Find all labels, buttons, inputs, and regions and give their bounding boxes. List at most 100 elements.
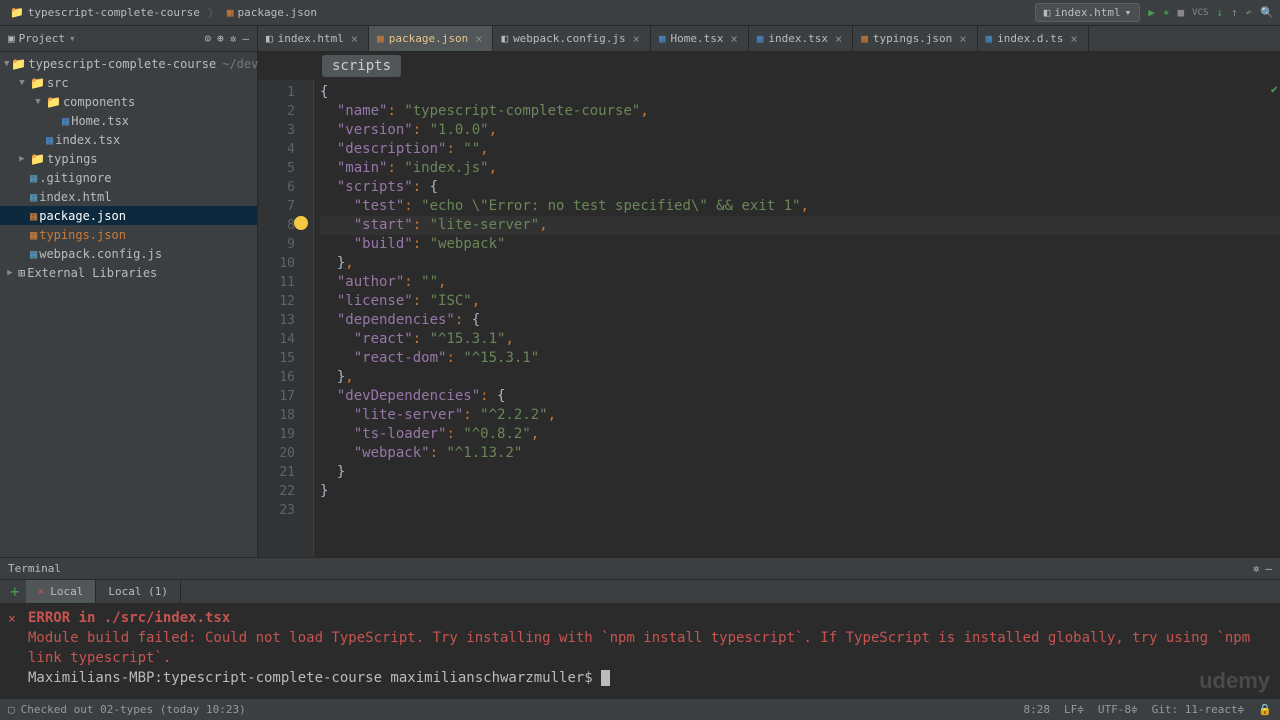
collapse-icon[interactable]: ⊙ <box>205 32 212 45</box>
tab-indexhtml[interactable]: ◧index.html× <box>258 26 369 51</box>
gear-icon[interactable]: ✲ <box>1253 562 1260 575</box>
lock-icon[interactable]: 🔒 <box>1258 703 1272 716</box>
json-file-icon: ▦ <box>227 6 234 19</box>
close-icon[interactable]: × <box>729 32 740 46</box>
close-icon[interactable]: × <box>833 32 844 46</box>
html-file-icon: ◧ <box>266 32 273 45</box>
locate-icon[interactable]: ⊕ <box>217 32 224 45</box>
tree-file-packagejson[interactable]: ▦ package.json <box>0 206 257 225</box>
tree-label: components <box>63 95 135 109</box>
chevron-down-icon: ▾ <box>1125 6 1132 19</box>
terminal-panel: Terminal ✲ — + × Local Local (1) × ERROR… <box>0 557 1280 698</box>
git-branch[interactable]: Git: 11-react≑ <box>1152 703 1245 716</box>
tsx-file-icon: ▦ <box>757 32 764 45</box>
json-file-icon: ▦ <box>861 32 868 45</box>
terminal-body[interactable]: × ERROR in ./src/index.tsx Module build … <box>0 604 1280 698</box>
add-terminal-button[interactable]: + <box>4 580 26 603</box>
hint-bulb-icon[interactable] <box>294 216 308 230</box>
debug-icon[interactable]: ✶ <box>1163 6 1170 19</box>
tree-label: Home.tsx <box>71 114 129 128</box>
json-file-icon: ▦ <box>30 228 37 242</box>
terminal-tabs: + × Local Local (1) <box>0 580 1280 604</box>
chevron-down-icon[interactable]: ▼ <box>16 78 28 88</box>
terminal-tab-local1[interactable]: Local (1) <box>96 580 181 603</box>
top-nav: 📁 typescript-complete-course 〉 ▦ package… <box>0 0 1280 26</box>
stop-icon[interactable]: ■ <box>1178 6 1185 19</box>
tree-external-libs[interactable]: ▶ ⊞ External Libraries <box>0 263 257 282</box>
run-config-dropdown[interactable]: ◧ index.html ▾ <box>1035 3 1140 22</box>
chevron-right-icon[interactable]: ▶ <box>16 154 28 164</box>
status-bar: ▢ Checked out 02-types (today 10:23) 8:2… <box>0 698 1280 720</box>
terminal-tab-label: Local (1) <box>108 585 168 598</box>
close-icon[interactable]: × <box>473 32 484 46</box>
breadcrumb-file-label: package.json <box>238 6 317 19</box>
tab-indexdts[interactable]: ▦index.d.ts× <box>978 26 1089 51</box>
tab-webpack[interactable]: ◧webpack.config.js× <box>493 26 650 51</box>
close-icon[interactable]: × <box>631 32 642 46</box>
tree-file-indexhtml[interactable]: ▦ index.html <box>0 187 257 206</box>
breadcrumb-project[interactable]: 📁 typescript-complete-course <box>6 4 204 21</box>
tab-label: index.d.ts <box>997 32 1063 45</box>
tab-home[interactable]: ▦Home.tsx× <box>651 26 749 51</box>
vcs-icon[interactable]: VCS <box>1192 8 1208 18</box>
folder-icon: 📁 <box>30 152 45 166</box>
tree-label: index.tsx <box>55 133 120 147</box>
terminal-tab-label: Local <box>50 585 83 598</box>
code-area[interactable]: 1234567891011121314151617181920212223 { … <box>258 80 1280 557</box>
chevron-down-icon[interactable]: ▼ <box>32 97 44 107</box>
tree-label: typings.json <box>39 228 126 242</box>
tsx-file-icon: ▦ <box>62 114 69 128</box>
editor-tabs: ◧index.html× ▦package.json× ◧webpack.con… <box>258 26 1280 52</box>
terminal-tab-local[interactable]: × Local <box>26 580 97 603</box>
run-icon[interactable]: ▶ <box>1148 6 1155 19</box>
close-icon[interactable]: × <box>1068 32 1079 46</box>
chevron-down-icon[interactable]: ▾ <box>69 32 76 45</box>
close-icon[interactable]: × <box>38 585 45 598</box>
search-icon[interactable]: 🔍 <box>1260 6 1274 19</box>
tree-file-typingsjson[interactable]: ▦ typings.json <box>0 225 257 244</box>
tree-file-home[interactable]: ▦ Home.tsx <box>0 111 257 130</box>
tree-folder-typings[interactable]: ▶ 📁 typings <box>0 149 257 168</box>
vcs-update-icon[interactable]: ↓ <box>1216 6 1223 19</box>
breadcrumb-file[interactable]: ▦ package.json <box>223 4 321 21</box>
json-file-icon: ▦ <box>377 32 384 45</box>
editor-pane: ◧index.html× ▦package.json× ◧webpack.con… <box>258 26 1280 557</box>
terminal-error-heading: ERROR in ./src/index.tsx <box>28 608 1272 628</box>
tree-file-webpack[interactable]: ▦ webpack.config.js <box>0 244 257 263</box>
terminal-error-detail: Module build failed: Could not load Type… <box>28 628 1272 668</box>
chevron-right-icon[interactable]: ▶ <box>4 268 16 278</box>
breadcrumb: 📁 typescript-complete-course 〉 ▦ package… <box>6 4 321 21</box>
sidebar-header: ▣ Project ▾ ⊙ ⊕ ✲ — <box>0 26 257 52</box>
project-tree: ▼ 📁 typescript-complete-course ~/devel ▼… <box>0 52 257 284</box>
close-icon[interactable]: × <box>957 32 968 46</box>
tree-file-indextsx[interactable]: ▦ index.tsx <box>0 130 257 149</box>
gear-icon[interactable]: ✲ <box>230 32 237 45</box>
hide-icon[interactable]: — <box>242 32 249 45</box>
error-x-icon[interactable]: × <box>8 610 16 630</box>
tree-folder-components[interactable]: ▼ 📁 components <box>0 92 257 111</box>
terminal-title: Terminal <box>8 562 61 575</box>
chevron-down-icon[interactable]: ▼ <box>4 59 9 69</box>
inspection-ok-icon[interactable]: ✔ <box>1271 82 1278 96</box>
code-content[interactable]: { "name": "typescript-complete-course", … <box>314 80 1280 557</box>
tab-packagejson[interactable]: ▦package.json× <box>369 26 493 51</box>
vcs-commit-icon[interactable]: ↑ <box>1231 6 1238 19</box>
cursor-position[interactable]: 8:28 <box>1023 703 1050 716</box>
undo-icon[interactable]: ↶ <box>1246 6 1253 19</box>
chevron-right-icon: 〉 <box>208 5 219 21</box>
status-icon[interactable]: ▢ <box>8 703 15 716</box>
tree-folder-src[interactable]: ▼ 📁 src <box>0 73 257 92</box>
breadcrumb-scripts[interactable]: scripts <box>322 55 401 77</box>
sidebar-title[interactable]: Project <box>19 32 65 45</box>
hide-icon[interactable]: — <box>1265 562 1272 575</box>
close-icon[interactable]: × <box>349 32 360 46</box>
tree-file-gitignore[interactable]: ▦ .gitignore <box>0 168 257 187</box>
js-file-icon: ◧ <box>501 32 508 45</box>
tab-indextsx[interactable]: ▦index.tsx× <box>749 26 853 51</box>
tree-root[interactable]: ▼ 📁 typescript-complete-course ~/devel <box>0 54 257 73</box>
tab-typingsjson[interactable]: ▦typings.json× <box>853 26 977 51</box>
library-icon: ⊞ <box>18 266 25 280</box>
editor-breadcrumb: scripts <box>258 52 1280 80</box>
line-separator[interactable]: LF≑ <box>1064 703 1084 716</box>
file-encoding[interactable]: UTF-8≑ <box>1098 703 1138 716</box>
